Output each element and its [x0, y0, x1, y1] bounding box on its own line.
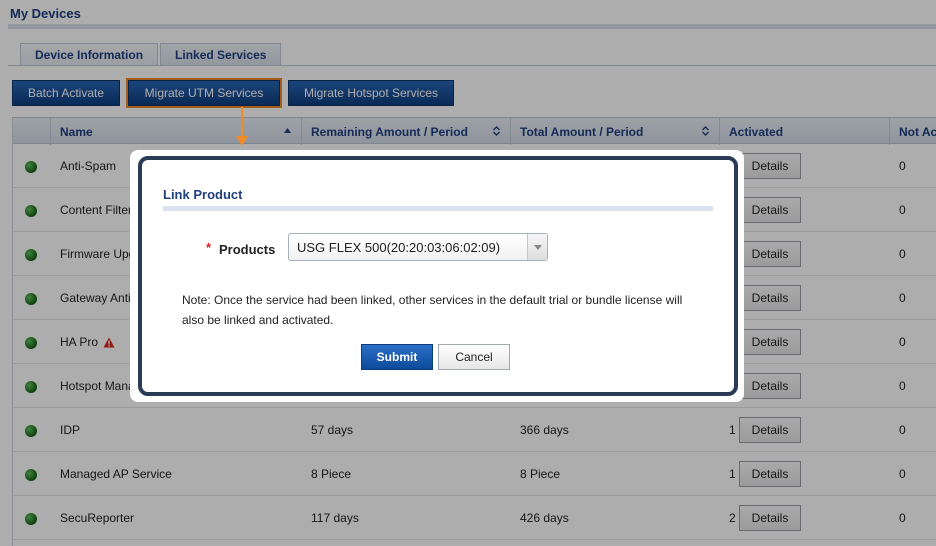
- products-select[interactable]: USG FLEX 500(20:20:03:06:02:09): [288, 233, 548, 261]
- callout-arrow-line: [241, 107, 243, 137]
- dialog-title: Link Product: [163, 187, 243, 202]
- dialog-title-divider: [163, 206, 713, 211]
- callout-arrow-head: [236, 136, 248, 146]
- chevron-down-icon[interactable]: [527, 234, 547, 260]
- products-label: Products: [219, 242, 276, 257]
- submit-button[interactable]: Submit: [361, 344, 433, 370]
- dialog-note: Note: Once the service had been linked, …: [182, 293, 683, 327]
- link-product-dialog: Link Product * Products USG FLEX 500(20:…: [138, 156, 738, 396]
- cancel-button[interactable]: Cancel: [438, 344, 510, 370]
- required-marker: *: [206, 240, 212, 255]
- products-select-value: USG FLEX 500(20:20:03:06:02:09): [297, 239, 501, 255]
